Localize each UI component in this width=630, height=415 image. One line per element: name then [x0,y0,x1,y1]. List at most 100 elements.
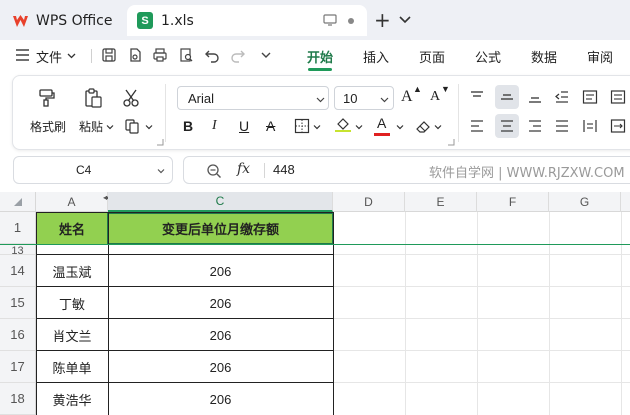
borders-icon[interactable] [294,118,310,134]
row-header-14[interactable]: 14 [0,255,36,287]
export-pdf-icon[interactable] [127,47,143,63]
print-icon[interactable] [152,47,168,63]
align-left-icon[interactable] [469,118,485,134]
column-header-a[interactable]: A [36,192,108,212]
chevron-down-icon[interactable] [313,123,321,131]
name-cell[interactable]: 肖文兰 [36,319,108,351]
value-cell[interactable]: 206 [108,319,333,351]
tab-data[interactable]: 数据 [531,47,557,66]
font-name-select[interactable]: Arial [177,86,329,110]
chevron-down-icon[interactable] [67,51,76,60]
menu-file[interactable]: 文件 [36,47,62,66]
column-header-g[interactable]: G [549,192,621,212]
tab-home[interactable]: 开始 [307,47,333,66]
column-header-e[interactable]: E [405,192,477,212]
name-cell[interactable]: 陈单单 [36,351,108,383]
chevron-down-icon[interactable] [398,12,412,26]
value-cell[interactable]: 206 [108,351,333,383]
paste-label[interactable]: 粘贴 [79,118,103,135]
value-cell[interactable]: 206 [108,287,333,319]
chevron-down-icon[interactable] [316,95,325,104]
formula-bar[interactable]: fx 448 软件自学网 | WWW.RJZXW.COM [183,156,630,184]
chevron-down-icon[interactable] [145,123,153,131]
strikethrough-button[interactable]: A [266,118,275,134]
undo-icon[interactable] [204,47,220,63]
row-header-16[interactable]: 16 [0,319,36,351]
paste-icon[interactable] [83,88,103,108]
tab-formulas[interactable]: 公式 [475,47,501,66]
dialog-launcher-icon[interactable] [447,138,455,146]
dialog-launcher-icon[interactable] [156,138,164,146]
merge-cells-icon[interactable] [610,118,626,134]
formula-value[interactable]: 448 [273,162,295,177]
name-cell[interactable]: 黄浩华 [36,383,108,415]
tab-page[interactable]: 页面 [419,47,445,66]
chevron-down-icon[interactable] [380,95,389,104]
clear-format-icon[interactable] [415,118,431,134]
tab-insert[interactable]: 插入 [363,47,389,66]
font-size-select[interactable]: 10 [334,86,394,110]
wrap-text-icon[interactable] [582,89,598,105]
gridline [477,212,478,415]
spreadsheet-grid: A ◂▸ C D E F G 1 13 14 15 16 17 18 姓名 变更… [0,192,630,415]
chevron-down-icon[interactable] [434,123,442,131]
ribbon-divider [165,84,166,142]
tab-review[interactable]: 审阅 [587,47,613,66]
row-header-17[interactable]: 17 [0,351,36,383]
column-header-f[interactable]: F [477,192,549,212]
wps-logo-icon [13,14,28,28]
chevron-down-icon[interactable] [106,123,114,131]
select-all-corner[interactable] [0,192,36,212]
zoom-icon[interactable] [206,163,222,179]
name-cell[interactable]: 温玉斌 [36,255,108,287]
italic-button[interactable]: I [212,118,217,134]
new-tab-button[interactable]: + [374,10,391,30]
cut-icon[interactable] [121,88,141,108]
orientation-icon[interactable] [610,89,626,105]
redo-icon[interactable] [230,47,246,63]
value-cell[interactable]: 206 [108,255,333,287]
align-right-icon[interactable] [527,118,543,134]
align-middle-icon[interactable] [499,89,515,105]
name-box[interactable]: C4 [13,156,173,184]
print-preview-icon[interactable] [178,47,194,63]
font-color-button[interactable]: A [377,115,386,131]
header-cell-name[interactable]: 姓名 [36,212,108,244]
align-center-icon[interactable] [499,118,515,134]
format-painter-icon[interactable] [37,88,57,108]
copy-icon[interactable] [124,118,140,134]
format-painter-label[interactable]: 格式刷 [30,118,66,135]
chevron-down-icon[interactable] [157,167,165,175]
chevron-down-icon[interactable] [258,47,274,63]
align-top-icon[interactable] [469,89,485,105]
spreadsheet-icon: S [137,12,153,29]
active-tab-indicator [308,68,332,71]
name-cell[interactable]: 丁敏 [36,287,108,319]
row-header-1[interactable]: 1 [0,212,36,244]
distribute-icon[interactable] [582,118,598,134]
row-header-13[interactable]: 13 [0,245,36,255]
unsaved-dot-icon[interactable] [348,18,354,24]
column-header-d[interactable]: D [333,192,405,212]
tab-wps-office[interactable]: WPS Office [3,6,123,36]
chevron-down-icon[interactable] [355,123,363,131]
function-icon[interactable]: fx [237,161,250,177]
tab-document[interactable]: S 1.xls [127,5,367,36]
value-cell[interactable]: 206 [108,383,333,415]
row-header-18[interactable]: 18 [0,383,36,415]
align-bottom-icon[interactable] [527,89,543,105]
column-header-c[interactable]: C [108,192,333,212]
chevron-down-icon[interactable] [396,123,404,131]
decrease-font-button[interactable]: A [430,89,440,105]
underline-button[interactable]: U [239,118,249,134]
save-icon[interactable] [101,47,117,63]
justify-icon[interactable] [554,118,570,134]
decrease-indent-icon[interactable] [554,89,570,105]
bold-button[interactable]: B [183,118,193,134]
row-header-15[interactable]: 15 [0,287,36,319]
increase-font-button[interactable]: A [401,88,413,106]
monitor-icon[interactable] [323,14,337,26]
hamburger-icon[interactable] [16,49,29,61]
fill-color-icon[interactable] [335,116,351,132]
freeze-pane-line [0,244,630,245]
